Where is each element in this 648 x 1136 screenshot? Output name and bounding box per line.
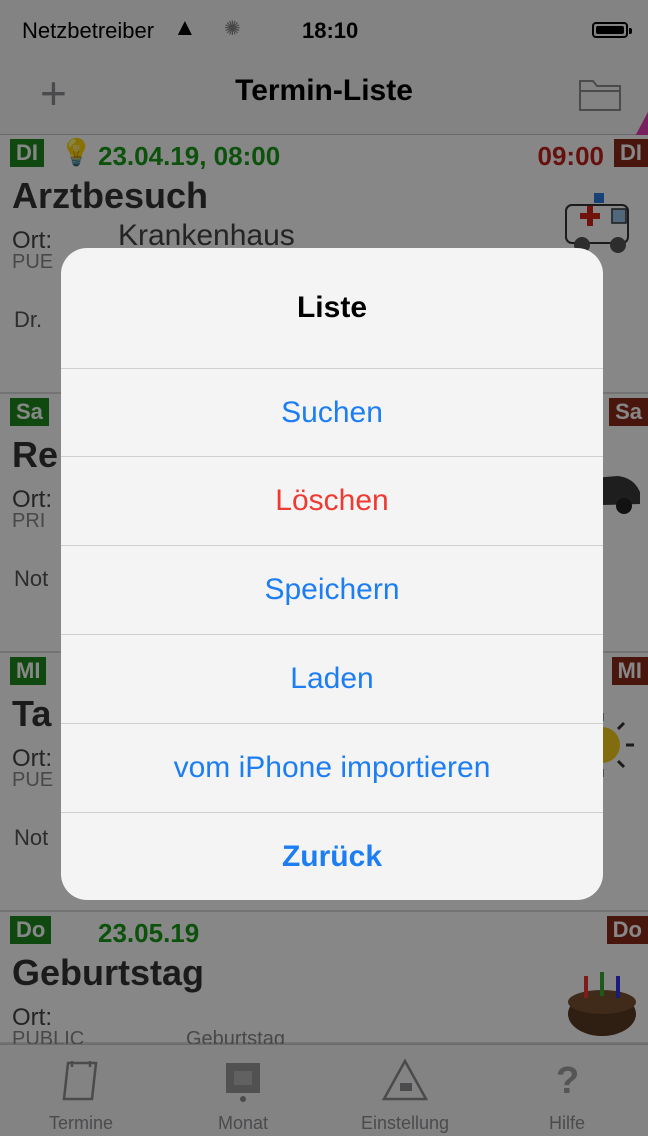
list-actions-dialog: Liste Suchen Löschen Speichern Laden vom… — [61, 248, 603, 900]
load-button[interactable]: Laden — [61, 634, 603, 723]
import-from-iphone-button[interactable]: vom iPhone importieren — [61, 723, 603, 812]
dialog-title: Liste — [296, 291, 368, 324]
search-button[interactable]: Suchen — [61, 368, 603, 457]
back-button[interactable]: Zurück — [61, 812, 603, 900]
save-button[interactable]: Speichern — [61, 545, 603, 634]
delete-button[interactable]: Löschen — [61, 456, 603, 545]
